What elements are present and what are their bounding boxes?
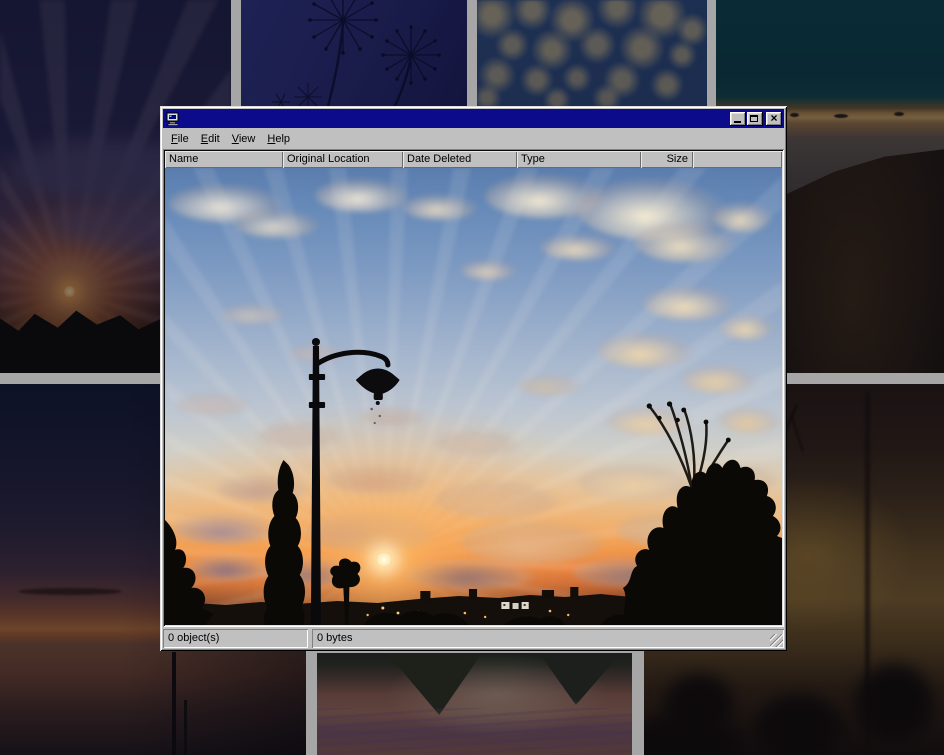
menu-edit[interactable]: Edit (195, 131, 226, 147)
menu-bar: File Edit View Help (163, 128, 784, 149)
white-buildings (501, 602, 528, 609)
minimize-icon (734, 121, 741, 123)
sunset-lamp-photo (165, 168, 782, 625)
island-silhouette (834, 114, 848, 118)
setting-sun (64, 286, 75, 297)
status-size: 0 bytes (312, 629, 784, 648)
floating-specks (370, 408, 381, 424)
maximize-icon (750, 115, 758, 122)
bokeh-tree (854, 664, 934, 744)
status-object-count: 0 object(s) (163, 629, 308, 648)
menu-file[interactable]: File (165, 131, 195, 147)
status-size-text: 0 bytes (317, 632, 352, 644)
column-header-date-deleted[interactable]: Date Deleted (403, 151, 517, 168)
water-pole (172, 652, 176, 755)
menu-view[interactable]: View (226, 131, 262, 147)
column-header-filler (693, 151, 782, 168)
tree-reflection (539, 653, 621, 705)
maximize-button[interactable] (747, 112, 763, 126)
bokeh-tree (644, 714, 744, 755)
water-ripples (317, 708, 632, 755)
file-list-view: Name Original Location Date Deleted Type… (163, 149, 784, 627)
foreground-silhouettes (165, 168, 782, 625)
island-silhouette (790, 113, 799, 117)
column-header-type[interactable]: Type (517, 151, 641, 168)
column-header-name[interactable]: Name (165, 151, 283, 168)
status-bar: 0 object(s) 0 bytes (163, 629, 784, 648)
island-silhouette (894, 112, 904, 116)
seed-head-silhouettes (241, 0, 467, 110)
column-header-size[interactable]: Size (641, 151, 693, 168)
resize-grip[interactable] (770, 634, 783, 647)
minimize-button[interactable] (730, 112, 746, 126)
tree-reflection (387, 653, 482, 715)
menu-help[interactable]: Help (261, 131, 296, 147)
close-icon: × (766, 111, 782, 125)
bokeh-tree (754, 694, 844, 755)
column-header-original-location[interactable]: Original Location (283, 151, 403, 168)
recycle-bin-window: × File Edit View Help Name Original Loca… (160, 106, 787, 651)
water-pole (184, 700, 187, 755)
close-button[interactable]: × (766, 112, 782, 126)
wallpaper-tile-pink-reflection (317, 653, 632, 755)
branch-silhouette (790, 415, 804, 452)
window-titlebar[interactable]: × (163, 109, 784, 128)
computer-icon (166, 112, 180, 126)
column-header-row: Name Original Location Date Deleted Type… (165, 151, 782, 168)
desktop: { "window": { "title": "", "menu": { "it… (0, 0, 944, 755)
